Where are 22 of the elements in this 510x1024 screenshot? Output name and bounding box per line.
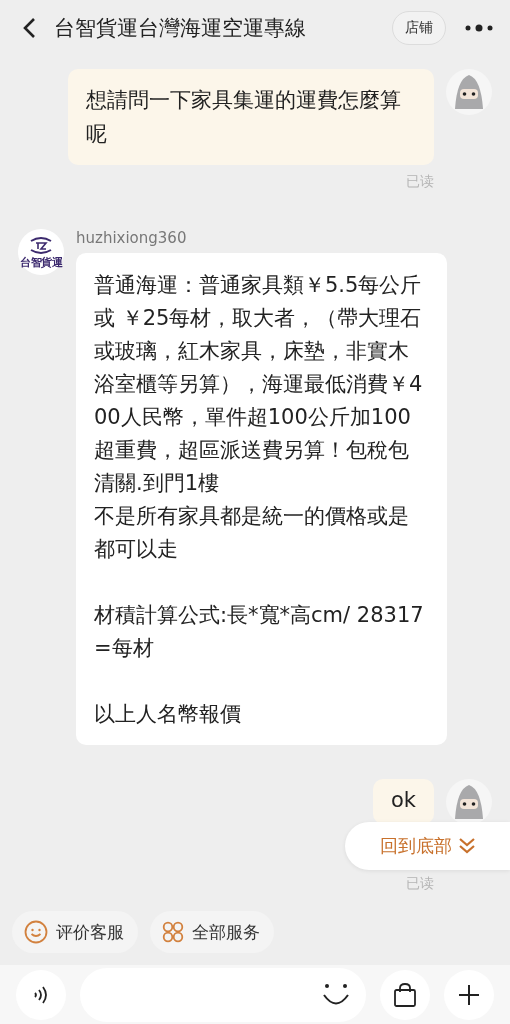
message-bubble: 想請問一下家具集運的運費怎麼算呢	[68, 69, 434, 166]
avatar-icon	[446, 69, 492, 116]
logo-text: 台智貨運	[20, 254, 62, 270]
double-chevron-icon	[457, 837, 476, 855]
logo-icon	[28, 234, 54, 255]
message-bubble: ok	[373, 779, 434, 825]
plus-icon	[458, 983, 480, 1006]
back-icon[interactable]	[22, 16, 36, 39]
sender-name: huzhixiong360	[76, 229, 188, 248]
grid-icon	[162, 921, 184, 944]
smiley-icon	[24, 920, 48, 945]
voice-button[interactable]	[16, 969, 66, 1020]
quick-action-button[interactable]: 全部服务	[150, 911, 274, 954]
message-bubble: 普通海運：普通家具類￥5.5每公斤或 ￥25每材，取大者，（帶大理石或玻璃，紅木家具，床墊，非實木浴室櫃等另算），海運最低消費￥400人民幣，單件超100公斤加100超重費，超區派送費另算！包稅包清關.到門1樓 不是所有家具都是統一的價格或是都可以走 材積計算公式:長*寬*高cm/ 28317=每材 以上人名幣報價	[76, 253, 447, 746]
chat-title: 台智貨運台灣海運空運專線	[54, 14, 307, 42]
shopping-bag-button[interactable]	[380, 969, 430, 1020]
bag-icon	[392, 981, 418, 1008]
quick-action-button[interactable]: 评价客服	[12, 911, 138, 954]
scroll-to-bottom-button[interactable]: 回到底部	[345, 822, 510, 870]
more-icon[interactable]	[464, 23, 494, 32]
shop-button[interactable]: 店铺	[392, 10, 446, 45]
add-button[interactable]	[444, 969, 494, 1020]
